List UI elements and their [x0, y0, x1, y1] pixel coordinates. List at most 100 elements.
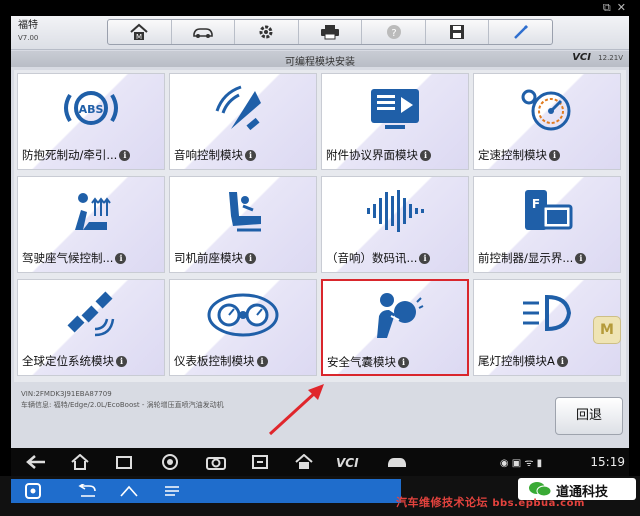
svg-text:F: F [532, 197, 540, 211]
vehicle-info: VIN:2FMDK3J91EBA87709 车辆信息: 福特/Edge/2.0L… [21, 389, 224, 411]
car-nav-button[interactable] [383, 452, 411, 472]
svg-text:M: M [136, 33, 142, 41]
audio-icon [215, 85, 261, 131]
module-tile-front-display[interactable]: F 前控制器/显示界... i [473, 176, 621, 273]
car-icon [193, 28, 213, 38]
home-nav-button[interactable] [67, 452, 93, 472]
module-label: 安全气囊模块 i [327, 354, 465, 370]
info-icon[interactable]: i [556, 356, 568, 367]
screen: ⧉✕ 福特 V7.00 M ? 可编程模块安装 VCI 12.21V ABS 防… [0, 0, 640, 516]
cruise-control-icon [521, 89, 571, 131]
vci-nav-button[interactable]: VCI [333, 452, 367, 472]
module-tile-airbag[interactable]: 安全气囊模块 i [321, 279, 469, 376]
seat-climate-icon [75, 193, 111, 230]
info-icon[interactable]: i [575, 253, 587, 264]
info-icon[interactable]: i [256, 356, 268, 367]
module-tile-abs[interactable]: ABS 防抱死制动/牵引... i [17, 73, 165, 170]
top-corner-bar: ⧉✕ [0, 0, 640, 16]
gear-icon [259, 25, 273, 39]
module-label: 防抱死制动/牵引... i [22, 147, 162, 163]
forum-url: bbs.epbua.com [492, 498, 585, 509]
module-label: 定速控制模块 i [478, 147, 618, 163]
printer-icon [321, 25, 340, 40]
car-nav-icon [388, 458, 406, 467]
outer-home-icon[interactable] [119, 484, 139, 498]
vci-icon: VCI [336, 456, 359, 469]
camera-icon [206, 457, 226, 470]
screenshot-icon [252, 455, 268, 469]
print-button[interactable] [299, 20, 363, 44]
satellite-icon [67, 291, 115, 337]
home-icon: M [130, 23, 148, 41]
edit-button[interactable] [489, 20, 552, 44]
outer-menu-icon[interactable] [163, 485, 181, 497]
save-button[interactable] [426, 20, 490, 44]
home-nav-icon [71, 454, 89, 470]
brand-name: 福特 [18, 20, 38, 31]
maxisys-nav-button[interactable] [291, 452, 317, 472]
svg-text:?: ? [391, 28, 396, 39]
module-tile-instrument-panel[interactable]: 仪表板控制模块 i [169, 279, 317, 376]
window-controls[interactable]: ⧉✕ [603, 1, 632, 15]
info-icon[interactable]: i [549, 150, 560, 161]
back-button[interactable]: 回退 [555, 397, 623, 435]
settings-button[interactable] [235, 20, 299, 44]
module-tile-seat-climate[interactable]: 驾驶座气候控制... i [17, 176, 165, 273]
vehicle-button[interactable] [172, 20, 236, 44]
module-tile-audio[interactable]: 音响控制模块 i [169, 73, 317, 170]
module-tile-gps[interactable]: 全球定位系统模块 i [17, 279, 165, 376]
pen-icon [513, 24, 528, 39]
module-tile-cruise[interactable]: 定速控制模块 i [473, 73, 621, 170]
back-arrow-icon [26, 455, 45, 469]
annotation-arrow [268, 384, 324, 436]
status-icons: ◉ ▣ ᯤ ▮ [499, 458, 543, 469]
browser-nav-button[interactable] [157, 452, 183, 472]
info-icon[interactable]: i [245, 253, 256, 264]
toolbar: M ? [107, 19, 553, 45]
module-label: 附件协议界面模块 i [326, 147, 466, 163]
module-label: 音响控制模块 i [174, 147, 314, 163]
system-nav-bar: VCI ◉ ▣ ᯤ ▮ 15:19 [11, 448, 629, 476]
help-icon: ? [386, 25, 401, 39]
vci-indicator: VCI [572, 52, 591, 63]
side-floating-badge[interactable]: M [593, 316, 621, 344]
tail-light-icon [523, 294, 572, 332]
app-drawer-icon[interactable] [25, 483, 41, 499]
module-label: 司机前座模块 i [174, 250, 314, 266]
home-button[interactable]: M [108, 20, 172, 44]
forum-watermark: 汽车维修技术论坛 bbs.epbua.com [396, 494, 585, 510]
browser-icon [162, 454, 178, 470]
screenshot-nav-button[interactable] [247, 452, 273, 472]
page-title: 可编程模块安装 [285, 57, 355, 68]
back-nav-button[interactable] [23, 452, 49, 472]
save-icon [450, 25, 465, 39]
info-icon[interactable]: i [115, 253, 127, 264]
help-button[interactable]: ? [362, 20, 426, 44]
module-tile-accessory[interactable]: 附件协议界面模块 i [321, 73, 469, 170]
title-bar: 可编程模块安装 VCI 12.21V [11, 51, 629, 68]
brand: 福特 V7.00 [18, 20, 38, 44]
info-icon[interactable]: i [116, 356, 127, 367]
battery-voltage: 12.21V [598, 54, 623, 62]
module-tile-driver-seat[interactable]: 司机前座模块 i [169, 176, 317, 273]
module-label: 驾驶座气候控制... i [22, 250, 162, 266]
outer-back-icon[interactable] [77, 484, 97, 498]
info-icon[interactable]: i [119, 150, 131, 161]
info-icon[interactable]: i [398, 357, 409, 368]
svg-text:ABS: ABS [79, 103, 104, 116]
clock: 15:19 [590, 455, 625, 469]
driver-seat-icon [229, 192, 261, 232]
info-icon[interactable]: i [420, 150, 431, 161]
app-header: 福特 V7.00 M ? [11, 16, 629, 50]
media-interface-icon [371, 89, 419, 129]
info-icon[interactable]: i [245, 150, 256, 161]
module-label: （音响）数码讯... i [326, 250, 466, 266]
info-icon[interactable]: i [419, 253, 431, 264]
camera-nav-button[interactable] [203, 452, 229, 472]
module-tile-digital-audio[interactable]: （音响）数码讯... i [321, 176, 469, 273]
vin-text: VIN:2FMDK3J91EBA87709 [21, 390, 112, 398]
svg-text:VCI: VCI [336, 456, 359, 469]
module-label: 仪表板控制模块 i [174, 353, 314, 369]
maxisys-home-icon [295, 454, 313, 469]
recents-nav-button[interactable] [111, 452, 137, 472]
